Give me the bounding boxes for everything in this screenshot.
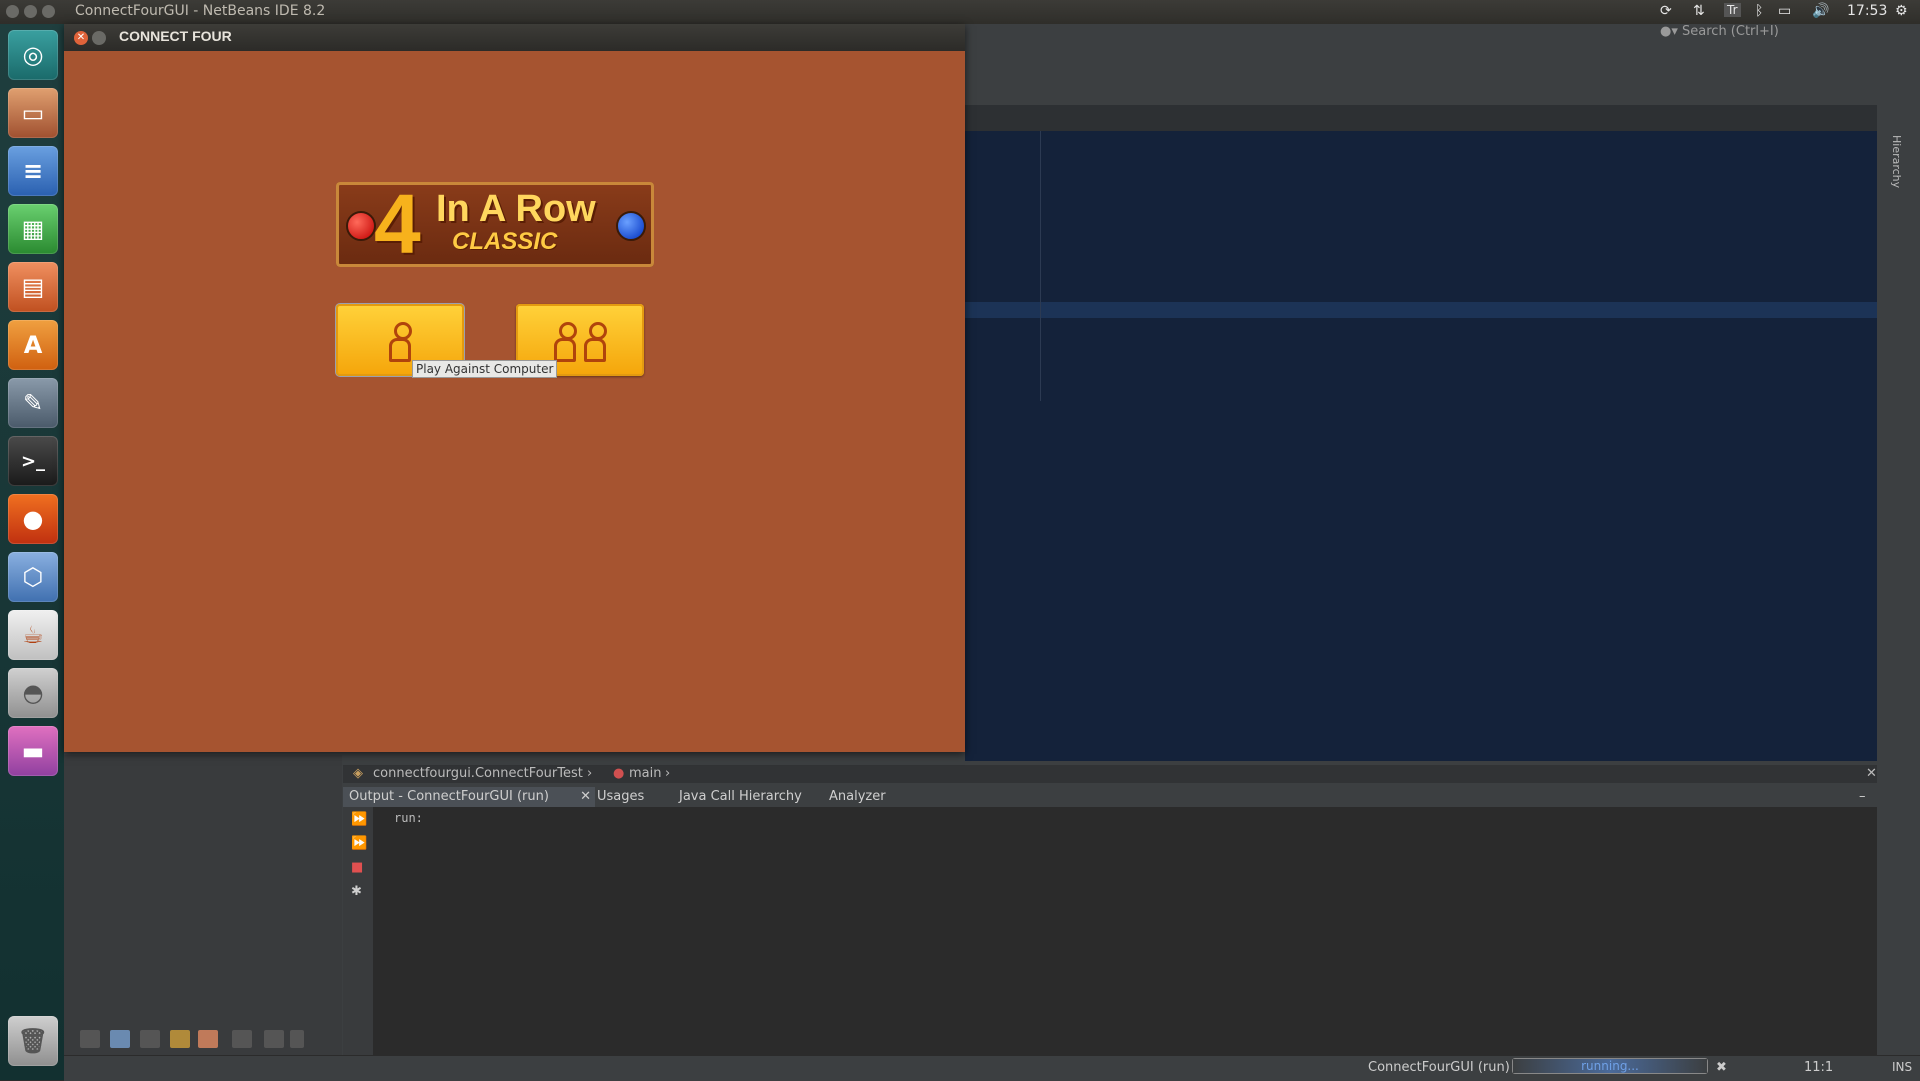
search-input[interactable]: ●▾ Search (Ctrl+I) xyxy=(1660,24,1920,44)
maximize-window-icon[interactable] xyxy=(42,5,55,18)
rerun-with-params-icon[interactable]: ⏩ xyxy=(351,837,367,851)
rerun-icon[interactable]: ⏩ xyxy=(351,813,367,827)
cancel-task-icon[interactable]: ✖ xyxy=(1716,1060,1727,1075)
writer-icon[interactable]: ≡ xyxy=(8,146,58,196)
game-logo: 4 In A Row CLASSIC xyxy=(336,182,654,267)
close-tab-icon[interactable]: ✕ xyxy=(580,787,591,807)
editor-margin-line xyxy=(1040,131,1041,401)
files-icon[interactable]: ▭ xyxy=(8,88,58,138)
navigator-toolbar xyxy=(64,1024,342,1054)
hierarchy-panel-tab[interactable]: Hierarchy xyxy=(1890,135,1903,215)
editor-toolbar xyxy=(965,105,1877,131)
breadcrumb-method[interactable]: main xyxy=(629,766,661,781)
static-filter-icon[interactable] xyxy=(140,1030,160,1048)
search-icon: ●▾ xyxy=(1660,24,1683,39)
trash-icon[interactable]: 🗑 xyxy=(8,1016,58,1066)
tab-java-call-hierarchy[interactable]: Java Call Hierarchy xyxy=(673,787,808,807)
current-line-highlight xyxy=(965,302,1877,318)
field-filter-icon[interactable] xyxy=(110,1030,130,1048)
minimize-panel-icon[interactable]: – xyxy=(1853,787,1872,807)
logo-in-a-row: In A Row xyxy=(436,188,596,230)
close-icon[interactable]: ✕ xyxy=(1866,766,1877,781)
caret-position: 11:1 xyxy=(1804,1060,1834,1075)
player-one-icon xyxy=(552,320,578,362)
bluetooth-icon[interactable]: ᛒ xyxy=(1755,3,1763,19)
insert-mode: INS xyxy=(1892,1060,1913,1074)
tab-output-label: Output - ConnectFourGUI (run) xyxy=(349,789,549,804)
calc-icon[interactable]: ▦ xyxy=(8,204,58,254)
network-icon[interactable]: ⇅ xyxy=(1693,3,1705,19)
class-filter-icon[interactable] xyxy=(232,1030,252,1048)
software-center-icon[interactable]: A xyxy=(8,320,58,370)
settings-icon[interactable]: ✱ xyxy=(351,885,367,899)
clock[interactable]: 17:53 xyxy=(1847,3,1887,19)
connect-four-window: ✕ CONNECT FOUR 4 In A Row CLASSIC Play A… xyxy=(64,24,965,752)
app-title: ConnectFourGUI - NetBeans IDE 8.2 xyxy=(75,3,326,19)
gear-icon[interactable]: ⚙ xyxy=(1895,3,1908,19)
game-window-titlebar[interactable]: ✕ CONNECT FOUR xyxy=(64,24,965,51)
virtualbox-icon[interactable]: ⬡ xyxy=(8,552,58,602)
class-icon: ◈ xyxy=(353,766,363,781)
output-text: run: xyxy=(394,811,423,825)
system-settings-icon[interactable]: ✎ xyxy=(8,378,58,428)
stop-icon[interactable]: ■ xyxy=(351,861,367,875)
inherited-filter-icon[interactable] xyxy=(198,1030,218,1048)
logo-classic: CLASSIC xyxy=(452,228,558,255)
tab-analyzer[interactable]: Analyzer xyxy=(823,787,892,807)
close-icon[interactable]: ✕ xyxy=(74,31,88,45)
app-window-icon[interactable]: ▬ xyxy=(8,726,58,776)
impress-icon[interactable]: ▤ xyxy=(8,262,58,312)
sort-down-icon[interactable] xyxy=(290,1030,304,1048)
minimize-icon[interactable] xyxy=(92,31,106,45)
output-console[interactable] xyxy=(373,807,1877,1055)
search-placeholder: Search (Ctrl+I) xyxy=(1682,24,1779,39)
progress-text: running... xyxy=(1581,1059,1639,1073)
breadcrumb: ◈ connectfourgui.ConnectFourTest › ● mai… xyxy=(343,765,1877,783)
running-task-label: ConnectFourGUI (run) xyxy=(1368,1060,1510,1075)
output-tabs: Output - ConnectFourGUI (run) ✕ Usages Ja… xyxy=(343,787,1877,808)
breadcrumb-class[interactable]: connectfourgui.ConnectFourTest xyxy=(373,766,583,781)
navigator-tool-icon[interactable] xyxy=(80,1030,100,1048)
ubuntu-dash-icon[interactable]: ◎ xyxy=(8,30,58,80)
tooltip: Play Against Computer xyxy=(412,360,558,378)
single-player-icon xyxy=(387,320,413,362)
terminal-icon[interactable]: >_ xyxy=(8,436,58,486)
task-progress-bar[interactable]: running... xyxy=(1512,1058,1708,1074)
minimize-window-icon[interactable] xyxy=(24,5,37,18)
logo-four: 4 xyxy=(374,182,421,267)
firefox-icon[interactable]: ● xyxy=(8,494,58,544)
left-panel xyxy=(64,755,342,1055)
chevron-right-icon: › xyxy=(587,766,593,781)
blue-disc-icon xyxy=(616,211,646,241)
lock-filter-icon[interactable] xyxy=(170,1030,190,1048)
code-editor[interactable] xyxy=(965,131,1877,761)
close-window-icon[interactable] xyxy=(6,5,19,18)
chevron-right-icon: › xyxy=(665,766,671,781)
red-disc-icon xyxy=(346,211,376,241)
volume-icon[interactable]: 🔊 xyxy=(1812,3,1829,19)
java-icon[interactable]: ☕ xyxy=(8,610,58,660)
sort-icon[interactable] xyxy=(264,1030,284,1048)
output-side-toolbar: ⏩ ⏩ ■ ✱ xyxy=(343,807,373,1055)
battery-icon[interactable]: ▭ xyxy=(1778,3,1791,19)
method-icon: ● xyxy=(613,766,625,781)
right-side-strip xyxy=(1877,105,1920,1055)
player-two-icon xyxy=(582,320,608,362)
top-panel: ConnectFourGUI - NetBeans IDE 8.2 ⟳ ⇅ Tr… xyxy=(0,0,1920,24)
launcher: ◎ ▭ ≡ ▦ ▤ A ✎ >_ ● ⬡ ☕ ◓ ▬ 🗑 xyxy=(0,24,65,1080)
game-window-title: CONNECT FOUR xyxy=(119,28,232,44)
disk-icon[interactable]: ◓ xyxy=(8,668,58,718)
tab-output[interactable]: Output - ConnectFourGUI (run) ✕ xyxy=(343,787,595,807)
sync-icon[interactable]: ⟳ xyxy=(1660,3,1672,19)
tab-usages[interactable]: Usages xyxy=(591,787,650,807)
keyboard-layout-indicator[interactable]: Tr xyxy=(1724,3,1741,17)
